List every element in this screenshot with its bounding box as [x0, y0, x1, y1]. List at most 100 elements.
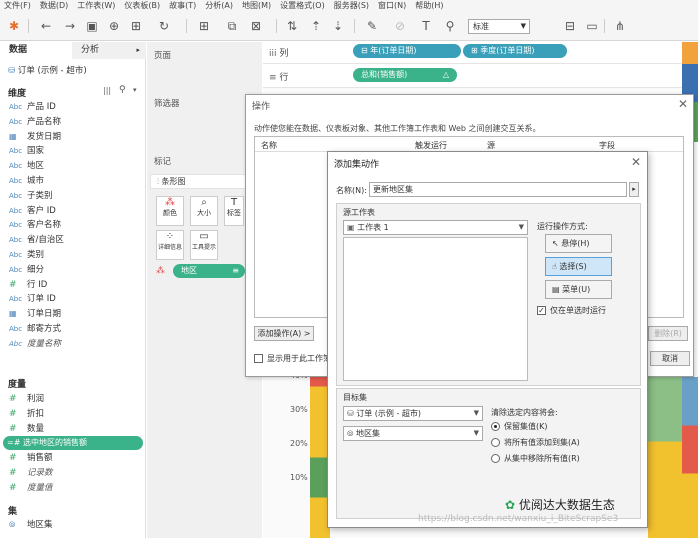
presentation-mode-icon[interactable]: ▭ — [584, 18, 600, 34]
target-source-select[interactable]: ⛁ 订单 (示例 - 超市) ▼ — [343, 406, 483, 421]
delete-button[interactable]: 删除(R) — [648, 326, 688, 341]
dimension-item[interactable]: Abc 细分 — [9, 263, 44, 277]
chevron-down-icon[interactable]: ▸ — [136, 42, 140, 59]
dimension-item[interactable]: Abc 地区 — [9, 159, 44, 173]
redo-icon[interactable]: → — [62, 18, 78, 34]
run-select-button[interactable]: ☝ 选择(S) — [545, 257, 612, 276]
search-icon[interactable]: ⚲ — [119, 85, 126, 95]
run-menu-button[interactable]: ▤ 菜单(U) — [545, 280, 612, 299]
rows-shelf[interactable]: ≡ 行 总和(销售额) △ — [263, 66, 698, 88]
menu-worksheet[interactable]: 工作表(W) — [73, 0, 120, 11]
close-icon[interactable]: ✕ — [678, 98, 688, 110]
dimension-item[interactable]: ▦ 订单日期 — [9, 307, 61, 321]
tooltip-button[interactable]: ▭ 工具提示 — [190, 230, 218, 260]
share-icon[interactable]: ⋔ — [612, 18, 628, 34]
dimension-item[interactable]: Abc 度量名称 — [9, 337, 61, 351]
close-icon[interactable]: ✕ — [631, 156, 641, 168]
insert-field-button[interactable]: ▸ — [629, 182, 639, 197]
add-action-button[interactable]: 添加操作(A) > — [254, 326, 314, 341]
detail-button[interactable]: ⁘ 详细信息 — [156, 230, 184, 260]
swap-rows-columns-icon[interactable]: ⇅ — [284, 18, 300, 34]
tab-analysis[interactable]: 分析 ▸ — [72, 42, 146, 59]
dimension-item[interactable]: Abc 省/自治区 — [9, 233, 64, 247]
menu-format[interactable]: 设置格式(O) — [276, 0, 330, 11]
menu-data[interactable]: 数据(D) — [36, 0, 73, 11]
dimension-item[interactable]: Abc 子类别 — [9, 189, 53, 203]
new-datasource-icon[interactable]: ⊕ — [106, 18, 122, 34]
chevron-down-icon[interactable]: ▾ — [133, 86, 137, 94]
target-set-select[interactable]: ⦾ 地区集 ▼ — [343, 426, 483, 441]
column-pill-year[interactable]: ⊟ 年(订单日期) — [353, 44, 461, 58]
color-button[interactable]: ⁂ 颜色 — [156, 196, 184, 226]
pages-shelf[interactable] — [150, 62, 258, 84]
column-pill-quarter[interactable]: ⊞ 季度(订单日期) — [463, 44, 567, 58]
cancel-button[interactable]: 取消 — [650, 351, 690, 366]
color-field-pill[interactable]: 地区 ≡ — [173, 264, 245, 278]
dimension-item[interactable]: Abc 邮寄方式 — [9, 322, 61, 336]
single-select-checkbox[interactable]: ✓ — [537, 306, 546, 315]
menu-analysis[interactable]: 分析(A) — [201, 0, 238, 11]
tab-data[interactable]: 数据 — [0, 42, 72, 59]
bar[interactable] — [682, 377, 698, 538]
dimension-item-label: 城市 — [27, 176, 45, 186]
mark-type-select[interactable]: ⫶ 条形图 — [150, 174, 258, 189]
show-labels-icon[interactable]: T — [418, 18, 434, 34]
dimension-item[interactable]: # 行 ID — [9, 278, 47, 292]
measure-item[interactable]: # 度量值 — [9, 481, 53, 495]
measure-item[interactable]: # 销售额 — [9, 451, 53, 465]
columns-shelf[interactable]: iii 列 ⊟ 年(订单日期) ⊞ 季度(订单日期) — [263, 42, 698, 64]
dimension-item[interactable]: Abc 城市 — [9, 174, 44, 188]
highlight-icon[interactable]: ✎ — [364, 18, 380, 34]
fix-axes-icon[interactable]: ⚲ — [442, 18, 458, 34]
sort-descending-icon[interactable]: ⇣ — [330, 18, 346, 34]
show-workbook-checkbox[interactable] — [254, 354, 263, 363]
radio-remove-all[interactable]: 从集中移除所有值(R) — [491, 453, 580, 464]
row-pill-sales[interactable]: 总和(销售额) △ — [353, 68, 457, 82]
dimension-item[interactable]: Abc 产品名称 — [9, 115, 61, 129]
dimension-item[interactable]: Abc 订单 ID — [9, 292, 56, 306]
filters-shelf[interactable] — [150, 110, 258, 146]
pause-updates-icon[interactable]: ⊞ — [128, 18, 144, 34]
menu-dashboard[interactable]: 仪表板(B) — [120, 0, 165, 11]
radio-add-all[interactable]: 将所有值添加到集(A) — [491, 437, 580, 448]
menu-story[interactable]: 故事(T) — [165, 0, 201, 11]
new-sheet-icon[interactable]: ⊞ — [196, 18, 212, 34]
menu-map[interactable]: 地图(M) — [238, 0, 276, 11]
measure-item[interactable]: # 折扣 — [9, 407, 44, 421]
view-toggle-icon[interactable]: ||| — [103, 86, 111, 95]
bar[interactable] — [648, 377, 682, 538]
dimension-item[interactable]: Abc 客户 ID — [9, 204, 56, 218]
duplicate-sheet-icon[interactable]: ⧉ — [224, 18, 240, 34]
menu-help[interactable]: 帮助(H) — [411, 0, 448, 11]
dimension-item[interactable]: ▦ 发货日期 — [9, 130, 61, 144]
measure-item-selected[interactable]: =# 选中地区的销售额 — [3, 436, 143, 451]
source-sheet-list[interactable] — [343, 237, 528, 381]
menu-window[interactable]: 窗口(N) — [374, 0, 411, 11]
dimension-item[interactable]: Abc 类别 — [9, 248, 44, 262]
run-hover-button[interactable]: ↖ 悬停(H) — [545, 234, 612, 253]
measure-item[interactable]: # 记录数 — [9, 466, 53, 480]
clear-sheet-icon[interactable]: ⊠ — [248, 18, 264, 34]
dimension-item[interactable]: Abc 客户名称 — [9, 218, 61, 232]
name-input[interactable]: 更新地区集 — [369, 182, 627, 197]
measure-item[interactable]: # 利润 — [9, 392, 44, 406]
measure-item[interactable]: # 数量 — [9, 422, 44, 436]
datasource-item[interactable]: ⛁ 订单 (示例 - 超市) — [8, 64, 87, 76]
radio-keep-values[interactable]: 保留集值(K) — [491, 421, 548, 432]
size-button[interactable]: ⌕ 大小 — [190, 196, 218, 226]
menu-server[interactable]: 服务器(S) — [330, 0, 374, 11]
undo-icon[interactable]: ← — [38, 18, 54, 34]
label-button[interactable]: T 标签 — [224, 196, 244, 226]
tableau-logo-icon[interactable]: ✱ — [6, 18, 22, 34]
fit-select[interactable]: 标准 ▼ — [468, 19, 530, 34]
set-item[interactable]: ⦾ 地区集 — [9, 518, 53, 532]
dimension-item[interactable]: Abc 国家 — [9, 144, 44, 158]
source-sheet-select[interactable]: ▣ 工作表 1 ▼ — [343, 220, 528, 235]
group-icon[interactable]: ⊘ — [392, 18, 408, 34]
sort-ascending-icon[interactable]: ⇡ — [308, 18, 324, 34]
save-icon[interactable]: ▣ — [84, 18, 100, 34]
refresh-icon[interactable]: ↻ — [156, 18, 172, 34]
menu-file[interactable]: 文件(F) — [0, 0, 36, 11]
show-cards-icon[interactable]: ⊟ — [562, 18, 578, 34]
dimension-item[interactable]: Abc 产品 ID — [9, 100, 56, 114]
